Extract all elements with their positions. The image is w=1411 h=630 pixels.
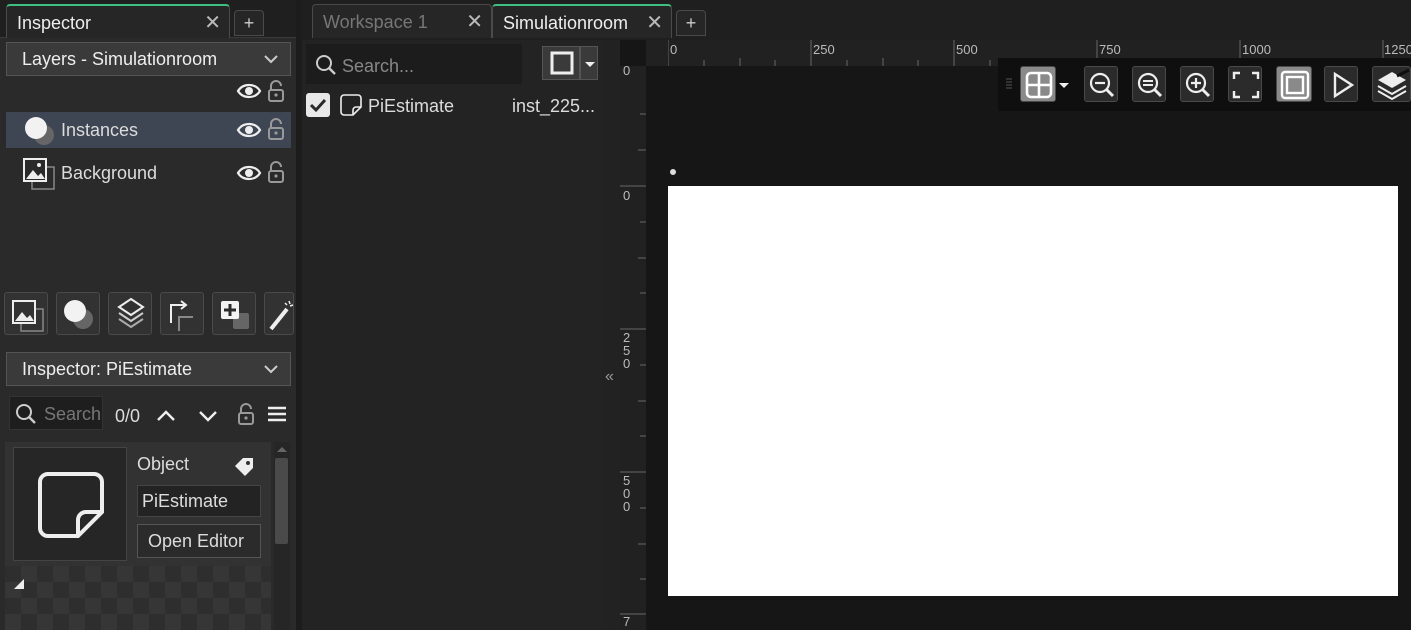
close-icon[interactable]: ✕ — [204, 10, 221, 35]
object-name-value: PiEstimate — [142, 491, 229, 511]
fit-to-view-button[interactable] — [1228, 66, 1262, 102]
instance-row[interactable]: PiEstimate inst_225... — [302, 90, 602, 120]
layers-view-button[interactable] — [1372, 66, 1411, 102]
instances-layer-icon — [20, 114, 56, 148]
layer-row-background[interactable]: Background — [6, 155, 291, 191]
room-bounds[interactable] — [668, 186, 1398, 596]
tab-inspector[interactable]: Inspector ✕ — [6, 4, 230, 38]
eye-icon[interactable] — [236, 162, 262, 184]
previous-match-icon[interactable] — [155, 403, 177, 429]
origin-marker-icon — [669, 168, 677, 176]
object-thumbnail — [13, 447, 127, 561]
tab-inspector-label: Inspector — [17, 13, 92, 33]
background-layer-icon — [22, 157, 56, 191]
drag-handle-icon[interactable] — [1006, 78, 1012, 90]
inspector-title: Inspector: PiEstimate — [22, 359, 193, 379]
show-room-bounds-button[interactable] — [1276, 66, 1312, 102]
object-card: Object PiEstimate Open Editor — [5, 442, 271, 566]
instance-name: PiEstimate — [368, 96, 455, 116]
scrollbar[interactable] — [274, 442, 290, 630]
instance-search-placeholder: Search... — [342, 56, 415, 76]
inspector-search[interactable]: Search — [9, 396, 103, 430]
sprite-preview — [5, 566, 271, 630]
chevron-down-icon — [262, 47, 280, 71]
add-tile-layer-button[interactable] — [108, 292, 152, 335]
layers-dropdown[interactable]: Layers - Simulationroom — [6, 42, 291, 76]
left-tabbar: Inspector ✕ + — [0, 0, 296, 38]
eye-icon[interactable] — [236, 80, 262, 102]
open-editor-button[interactable]: Open Editor — [137, 524, 261, 558]
checkbox[interactable] — [306, 93, 330, 117]
object-icon — [36, 470, 106, 540]
add-path-layer-button[interactable] — [160, 292, 204, 335]
search-icon — [14, 402, 38, 426]
close-icon[interactable]: ✕ — [466, 9, 483, 34]
left-panel: Inspector ✕ + Layers - Simulationroom In… — [0, 0, 296, 630]
object-heading: Object — [137, 454, 190, 474]
collapse-icon[interactable]: « — [605, 368, 614, 386]
search-icon — [314, 53, 338, 77]
tab-workspace[interactable]: Workspace 1 ✕ — [312, 4, 492, 38]
layers-title: Layers - Simulationroom — [22, 49, 218, 69]
lock-icon[interactable] — [266, 160, 286, 184]
lock-icon[interactable] — [266, 117, 286, 141]
match-count: 0/0 — [115, 406, 141, 426]
close-icon[interactable]: ✕ — [646, 10, 663, 35]
add-instance-layer-button[interactable] — [56, 292, 100, 335]
layer-label: Background — [61, 163, 158, 183]
menu-icon[interactable] — [266, 404, 288, 424]
add-effect-layer-button[interactable] — [264, 292, 294, 335]
layer-row-instances[interactable]: Instances — [6, 112, 291, 148]
object-icon — [340, 94, 362, 116]
tab-simulationroom-label: Simulationroom — [503, 13, 629, 33]
room-tabbar: Workspace 1 ✕ Simulationroom ✕ + — [302, 0, 1411, 40]
play-room-button[interactable] — [1324, 66, 1358, 102]
lock-icon[interactable] — [266, 79, 286, 103]
layer-label: Instances — [61, 120, 139, 140]
scroll-thumb[interactable] — [275, 458, 288, 544]
grid-options-dropdown[interactable] — [1056, 66, 1072, 102]
zoom-out-button[interactable] — [1084, 66, 1118, 102]
tag-icon[interactable] — [233, 456, 255, 476]
instance-list-panel: Search... PiEstimate inst_225... — [302, 40, 602, 630]
chevron-down-icon — [262, 357, 280, 381]
scroll-up-icon[interactable] — [275, 444, 289, 454]
inspector-dropdown[interactable]: Inspector: PiEstimate — [6, 352, 291, 386]
eye-icon[interactable] — [236, 119, 262, 141]
zoom-in-button[interactable] — [1180, 66, 1214, 102]
instance-id: inst_225... — [512, 96, 596, 116]
inspector-search-placeholder: Search — [44, 404, 102, 424]
reset-zoom-button[interactable] — [1132, 66, 1166, 102]
expand-corner-icon[interactable] — [13, 578, 25, 590]
add-tab-button[interactable]: + — [676, 10, 706, 36]
ruler-v-marks — [620, 113, 646, 615]
next-match-icon[interactable] — [197, 403, 219, 429]
object-name-field[interactable]: PiEstimate — [137, 485, 261, 517]
open-editor-label: Open Editor — [148, 531, 245, 551]
add-background-layer-button[interactable] — [4, 292, 48, 335]
tab-workspace-label: Workspace 1 — [323, 12, 428, 32]
add-tab-button[interactable]: + — [234, 10, 264, 36]
instance-search[interactable]: Search... — [306, 44, 522, 84]
tab-simulationroom[interactable]: Simulationroom ✕ — [492, 4, 672, 38]
instance-filter-dropdown[interactable] — [580, 46, 598, 80]
collapse-strip[interactable]: « — [602, 40, 620, 630]
ruler-corner — [646, 40, 668, 66]
instance-filter-button[interactable] — [542, 46, 580, 80]
grid-toggle-button[interactable] — [1020, 66, 1056, 102]
add-asset-layer-button[interactable] — [212, 292, 256, 335]
lock-icon[interactable] — [236, 402, 256, 426]
